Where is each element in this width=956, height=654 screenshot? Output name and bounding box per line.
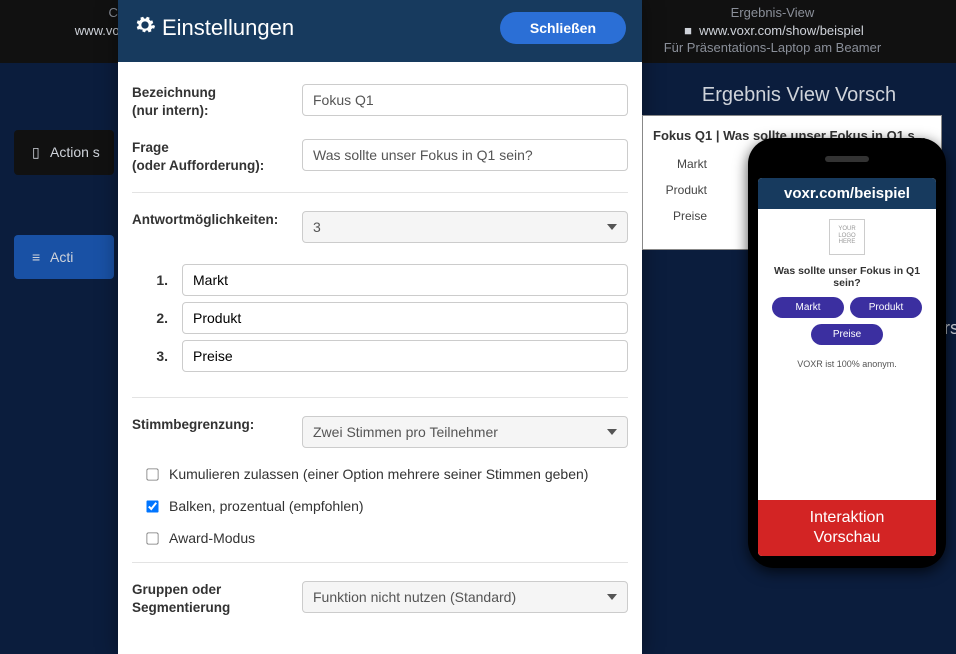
answer-input-2[interactable] — [182, 302, 628, 334]
checkbox-cumulate[interactable] — [146, 468, 158, 480]
label-grouping: Gruppen oderSegmentierung — [132, 581, 302, 616]
view-result: Ergebnis-View ■www.voxr.com/show/beispie… — [664, 4, 882, 57]
phone-question: Was sollte unser Fokus in Q1 sein? — [758, 261, 936, 297]
phone-anonymous-note: VOXR ist 100% anonym. — [758, 359, 936, 369]
label-cumulate: Kumulieren zulassen (einer Option mehrer… — [169, 466, 588, 482]
label-name: Bezeichnung(nur intern): — [132, 84, 302, 119]
row-vote-limit: Stimmbegrenzung: Zwei Stimmen pro Teilne… — [132, 397, 628, 458]
label-vote-limit: Stimmbegrenzung: — [132, 416, 302, 434]
label-bars: Balken, prozentual (empfohlen) — [169, 498, 364, 514]
close-button[interactable]: Schließen — [500, 12, 626, 44]
input-question[interactable] — [302, 139, 628, 171]
phone-answer-buttons: Markt Produkt Preise — [758, 297, 936, 345]
row-name: Bezeichnung(nur intern): — [132, 74, 628, 129]
result-preview-title: Ergebnis View Vorsch — [642, 84, 956, 107]
row-cumulate: Kumulieren zulassen (einer Option mehrer… — [132, 458, 628, 490]
answers-list: 1. 2. 3. — [132, 253, 628, 389]
answer-row: 2. — [132, 299, 628, 337]
checkbox-bars[interactable] — [146, 500, 158, 512]
checkbox-award[interactable] — [146, 532, 158, 544]
left-action-buttons: ▯Action s ≡Acti — [14, 130, 114, 339]
label-question: Frage(oder Aufforderung): — [132, 139, 302, 174]
action-button-2[interactable]: ≡Acti — [14, 235, 114, 279]
select-vote-limit[interactable]: Zwei Stimmen pro Teilnehmer — [302, 416, 628, 448]
answer-row: 3. — [132, 337, 628, 375]
row-grouping: Gruppen oderSegmentierung Funktion nicht… — [132, 562, 628, 626]
label-answers: Antwortmöglichkeiten: — [132, 211, 302, 229]
settings-modal: Einstellungen Schließen Bezeichnung(nur … — [118, 0, 642, 654]
phone-preview: voxr.com/beispiel YOUR LOGO HERE Was sol… — [748, 138, 946, 568]
select-grouping[interactable]: Funktion nicht nutzen (Standard) — [302, 581, 628, 613]
view-url: ■www.voxr.com/show/beispiel — [664, 22, 882, 40]
list-icon: ≡ — [32, 249, 46, 265]
select-answers-count[interactable]: 3 — [302, 211, 628, 243]
answer-num: 1. — [132, 272, 182, 288]
phone-logo-placeholder: YOUR LOGO HERE — [829, 219, 865, 255]
modal-body: Bezeichnung(nur intern): Frage(oder Auff… — [118, 62, 642, 638]
answer-num: 3. — [132, 348, 182, 364]
modal-header: Einstellungen Schließen — [118, 0, 642, 62]
row-answers-count: Antwortmöglichkeiten: 3 — [132, 192, 628, 253]
modal-title: Einstellungen — [134, 14, 294, 42]
phone-icon: ▯ — [32, 144, 46, 161]
answer-input-3[interactable] — [182, 340, 628, 372]
answer-row: 1. — [132, 261, 628, 299]
video-icon: ■ — [681, 22, 695, 40]
gear-icon — [134, 14, 156, 42]
phone-screen: voxr.com/beispiel YOUR LOGO HERE Was sol… — [758, 178, 936, 556]
phone-answer-btn[interactable]: Markt — [772, 297, 844, 318]
row-award: Award-Modus — [132, 522, 628, 554]
action-button-1[interactable]: ▯Action s — [14, 130, 114, 175]
phone-answer-btn[interactable]: Produkt — [850, 297, 922, 318]
answer-input-1[interactable] — [182, 264, 628, 296]
row-bars: Balken, prozentual (empfohlen) — [132, 490, 628, 522]
input-name[interactable] — [302, 84, 628, 116]
view-sub: Für Präsentations-Laptop am Beamer — [664, 39, 882, 57]
phone-answer-btn[interactable]: Preise — [811, 324, 883, 345]
phone-footer[interactable]: Interaktion Vorschau — [758, 500, 936, 556]
row-question: Frage(oder Aufforderung): — [132, 129, 628, 184]
answer-num: 2. — [132, 310, 182, 326]
phone-url-bar: voxr.com/beispiel — [758, 178, 936, 209]
view-title: Ergebnis-View — [664, 4, 882, 22]
label-award: Award-Modus — [169, 530, 255, 546]
